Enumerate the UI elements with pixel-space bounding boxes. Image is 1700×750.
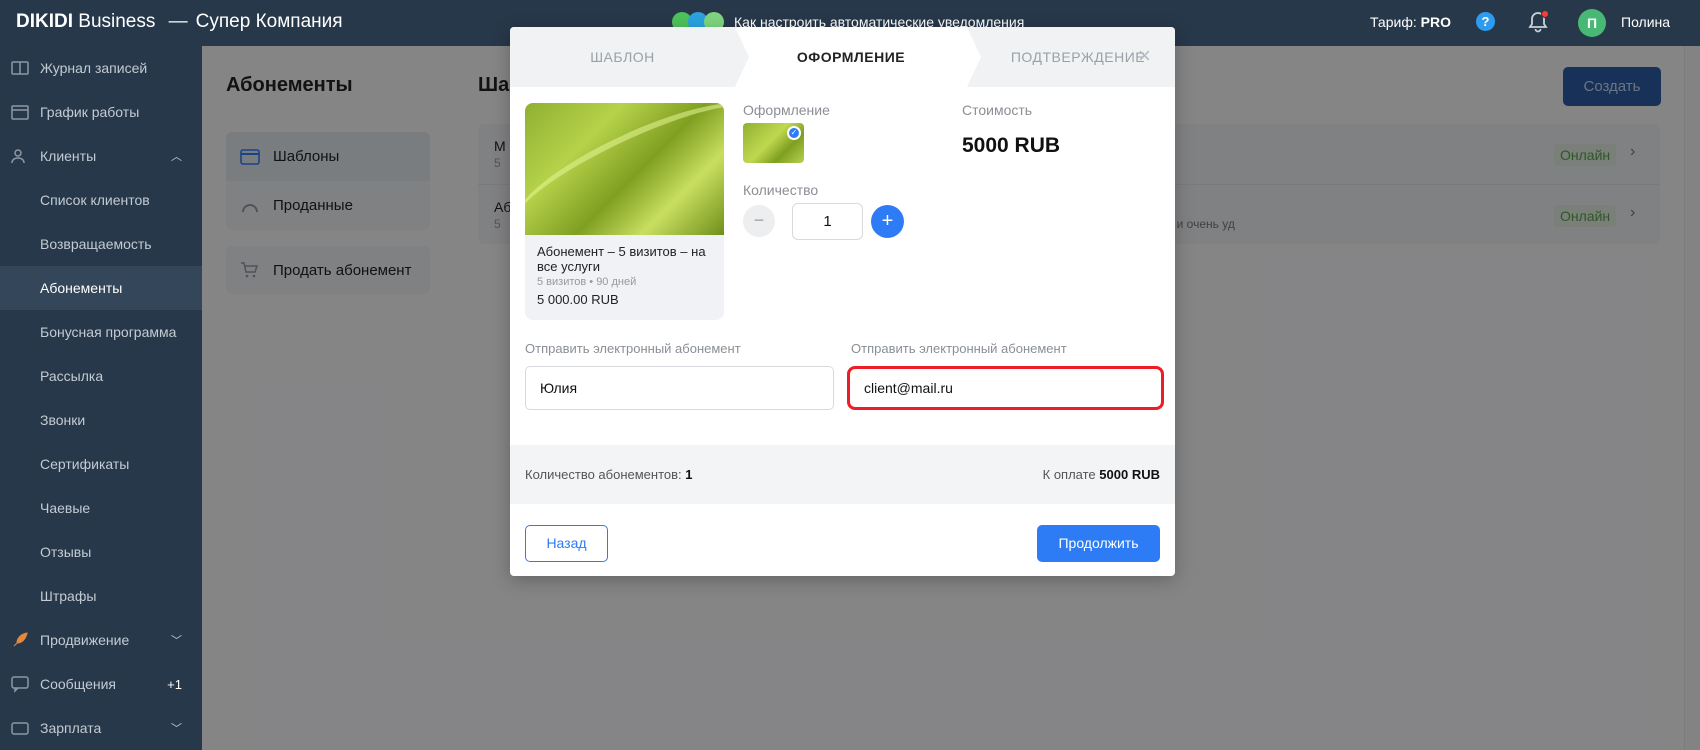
sidebar-item-mailing[interactable]: Рассылка: [0, 354, 202, 398]
step-template[interactable]: ШАБЛОН: [510, 27, 735, 87]
rocket-icon: [13, 632, 28, 647]
sidebar-item-schedule[interactable]: График работы: [0, 90, 202, 134]
sidebar-item-label: Звонки: [40, 412, 86, 428]
sidebar-item-journal[interactable]: Журнал записей: [0, 46, 202, 90]
recipient-email-input[interactable]: client@mail.ru: [847, 366, 1164, 410]
tariff-info: Тариф: PRO: [1370, 14, 1451, 30]
plus-button[interactable]: +: [871, 205, 904, 238]
sell-subscription-modal: ШАБЛОН ОФОРМЛЕНИЕ ПОДТВЕРЖДЕНИЕ × Абонем…: [510, 27, 1175, 576]
cost-label: Стоимость: [962, 102, 1033, 118]
minus-button[interactable]: −: [743, 205, 775, 237]
summary-count-value: 1: [685, 467, 693, 482]
sidebar-item-label: Сертификаты: [40, 456, 130, 472]
sidebar-item-clients[interactable]: Клиенты ︿: [0, 134, 202, 178]
preview-meta: 5 визитов • 90 дней: [537, 276, 637, 288]
sidebar-item-tips[interactable]: Чаевые: [0, 486, 202, 530]
summary-count: Количество абонементов: 1: [525, 467, 693, 482]
sidebar-item-label: Штрафы: [40, 588, 97, 604]
continue-button[interactable]: Продолжить: [1037, 525, 1160, 562]
step-divider: [735, 27, 749, 87]
preview-name: Абонемент – 5 визитов – на все услуги: [537, 244, 706, 274]
sidebar-item-label: Журнал записей: [40, 60, 148, 76]
recipient-name-input[interactable]: Юлия: [525, 366, 834, 410]
chevron-down-icon: ﹀: [171, 723, 182, 735]
summary-pay-label: К оплате: [1042, 467, 1096, 482]
chat-icon: [11, 676, 29, 693]
sidebar-item-certificates[interactable]: Сертификаты: [0, 442, 202, 486]
brand-logo[interactable]: DIKIDI Business — Супер Компания: [16, 11, 343, 33]
bell-icon[interactable]: [1527, 10, 1549, 34]
close-icon[interactable]: ×: [1138, 45, 1151, 67]
avatar[interactable]: П: [1578, 9, 1606, 37]
help-icon[interactable]: ?: [1476, 12, 1495, 31]
quantity-input[interactable]: 1: [792, 203, 863, 240]
sidebar-item-reviews[interactable]: Отзывы: [0, 530, 202, 574]
summary-count-label: Количество абонементов:: [525, 467, 682, 482]
preview-image: [525, 103, 724, 235]
sidebar-item-messages[interactable]: Сообщения +1: [0, 662, 202, 706]
sidebar-item-label: Клиенты: [40, 148, 97, 164]
sidebar-item-label: Чаевые: [40, 500, 91, 516]
company-name: Супер Компания: [195, 11, 343, 32]
book-icon: [11, 61, 29, 75]
sidebar-item-retention[interactable]: Возвращаемость: [0, 222, 202, 266]
tariff-label: Тариф:: [1370, 14, 1417, 30]
order-summary: Количество абонементов: 1 К оплате 5000 …: [510, 445, 1175, 504]
sidebar-item-label: Продвижение: [40, 632, 130, 648]
step-design[interactable]: ОФОРМЛЕНИЕ: [735, 27, 967, 87]
step-label: ШАБЛОН: [590, 49, 655, 65]
sidebar-item-label: Бонусная программа: [40, 324, 177, 340]
chevron-up-icon: ︿: [171, 151, 182, 163]
subscription-preview-card: Абонемент – 5 визитов – на все услуги 5 …: [525, 103, 724, 320]
sidebar-item-label: Абонементы: [40, 280, 123, 296]
recipient-email-label: Отправить электронный абонемент: [851, 341, 1067, 356]
step-label: ПОДТВЕРЖДЕНИЕ: [1010, 49, 1146, 65]
wallet-icon: [11, 722, 29, 735]
cost-value: 5000 RUB: [962, 134, 1061, 157]
chevron-down-icon: ﹀: [171, 635, 182, 647]
step-divider: [967, 27, 981, 87]
recipient-name-label: Отправить электронный абонемент: [525, 341, 741, 356]
check-icon: ✓: [787, 126, 801, 140]
design-label: Оформление: [743, 102, 830, 118]
sidebar-item-label: Список клиентов: [40, 192, 150, 208]
messages-badge: +1: [167, 676, 182, 692]
design-option-selected[interactable]: ✓: [743, 123, 804, 163]
sidebar-item-calls[interactable]: Звонки: [0, 398, 202, 442]
calendar-icon: [11, 105, 29, 120]
sidebar-item-label: Сообщения: [40, 676, 116, 692]
sidebar-item-label: Рассылка: [40, 368, 104, 384]
preview-price: 5 000.00 RUB: [537, 292, 619, 307]
sidebar-item-label: Отзывы: [40, 544, 92, 560]
sidebar-item-bonus[interactable]: Бонусная программа: [0, 310, 202, 354]
step-label: ОФОРМЛЕНИЕ: [796, 49, 906, 65]
sidebar-item-label: График работы: [40, 104, 140, 120]
quantity-label: Количество: [743, 182, 819, 198]
brand-separator: —: [168, 11, 188, 32]
brand-suffix: Business: [78, 11, 156, 32]
summary-pay-value: 5000 RUB: [1099, 467, 1160, 482]
sidebar-item-label: Зарплата: [40, 720, 102, 736]
notification-dot: [1541, 10, 1549, 18]
sidebar-item-subscriptions[interactable]: Абонементы: [0, 266, 202, 310]
sidebar-item-promotion[interactable]: Продвижение ﹀: [0, 618, 202, 662]
sidebar-item-salary[interactable]: Зарплата ﹀: [0, 706, 202, 750]
user-name[interactable]: Полина: [1621, 14, 1670, 30]
users-icon: [11, 149, 25, 164]
summary-total: К оплате 5000 RUB: [1043, 467, 1160, 482]
tariff-value: PRO: [1420, 14, 1451, 30]
sidebar: Журнал записей График работы Клиенты ︿ С…: [0, 46, 202, 750]
wizard-steps: ШАБЛОН ОФОРМЛЕНИЕ ПОДТВЕРЖДЕНИЕ ×: [510, 27, 1175, 87]
sidebar-item-client-list[interactable]: Список клиентов: [0, 178, 202, 222]
brand-name: DIKIDI: [16, 11, 73, 32]
sidebar-item-label: Возвращаемость: [40, 236, 152, 252]
back-button[interactable]: Назад: [525, 525, 608, 562]
sidebar-item-fines[interactable]: Штрафы: [0, 574, 202, 618]
